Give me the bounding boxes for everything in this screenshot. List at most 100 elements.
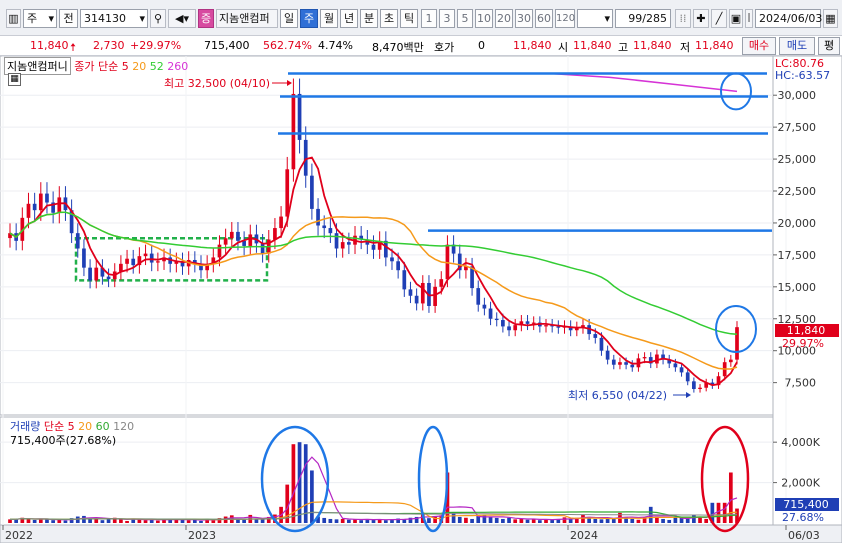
chevron-down-icon: ▾ bbox=[48, 12, 54, 25]
period-day[interactable]: 일 bbox=[280, 9, 298, 28]
interval-60[interactable]: 60 bbox=[535, 9, 553, 28]
grid-icon[interactable]: ⁞⁞ bbox=[675, 9, 691, 28]
period-tick[interactable]: 틱 bbox=[400, 9, 418, 28]
volume-bar bbox=[334, 519, 339, 523]
candle-body bbox=[433, 286, 437, 306]
volume-bar bbox=[692, 514, 696, 523]
candle-body bbox=[88, 267, 92, 281]
candle-body bbox=[544, 325, 548, 327]
volume-bar bbox=[537, 520, 542, 523]
candle-body bbox=[223, 238, 228, 245]
sound-icon[interactable]: ◀▾ bbox=[168, 9, 196, 28]
volume-bar bbox=[685, 518, 690, 523]
period-select[interactable]: 주 ▾ bbox=[23, 9, 57, 28]
open-price: 11,840 bbox=[573, 39, 612, 52]
draw-line-icon[interactable]: ╱ bbox=[711, 9, 727, 28]
volume-bar bbox=[51, 520, 55, 523]
candle-body bbox=[119, 263, 123, 272]
volume-bar bbox=[390, 519, 394, 523]
candle-body bbox=[525, 321, 530, 324]
buy-button[interactable]: 매수 bbox=[742, 37, 776, 55]
candle-body bbox=[414, 295, 419, 304]
cross-arrows-icon[interactable]: ✚ bbox=[693, 9, 709, 28]
table-icon[interactable]: ▦ bbox=[8, 73, 21, 86]
period-week[interactable]: 주 bbox=[300, 9, 318, 28]
volume-bar bbox=[119, 519, 123, 523]
volume-bar bbox=[143, 520, 148, 523]
candle-body bbox=[38, 193, 43, 211]
volume-bar bbox=[82, 515, 86, 523]
period-month[interactable]: 월 bbox=[320, 9, 338, 28]
candle-body bbox=[642, 357, 647, 359]
sell-button[interactable]: 매도 bbox=[779, 37, 815, 55]
volume-bar bbox=[568, 518, 573, 523]
volume-bar bbox=[303, 444, 308, 523]
ma-5-label: 5 bbox=[121, 60, 129, 73]
candle-body bbox=[32, 203, 37, 211]
time-tick-label: 2023 bbox=[188, 529, 216, 542]
stock-chart[interactable]: 30,000 27,500 25,000 22,500 20,000 17,500 15,0… bbox=[0, 56, 842, 543]
volume-bar bbox=[199, 520, 203, 523]
hoga-value: 0 bbox=[478, 39, 485, 52]
code-input-value: 314130 bbox=[84, 12, 126, 25]
candle-body bbox=[347, 242, 351, 245]
chart-type-icon[interactable]: ▥ bbox=[6, 9, 21, 28]
interval-1[interactable]: 1 bbox=[421, 9, 437, 28]
price-tick-label: 7,500 bbox=[785, 377, 817, 390]
price-tick-label: 30,000 bbox=[778, 89, 817, 102]
volume-bar bbox=[328, 518, 333, 523]
calendar-icon[interactable]: ▦ bbox=[823, 9, 838, 28]
date-field[interactable]: 2024/06/03 bbox=[755, 9, 822, 28]
volume-bar bbox=[698, 516, 702, 523]
interval-5[interactable]: 5 bbox=[457, 9, 473, 28]
save-icon[interactable]: ▣ bbox=[729, 9, 743, 28]
volume-bar bbox=[636, 519, 641, 523]
volume-bar bbox=[457, 516, 462, 523]
custom-interval-select[interactable]: ▾ bbox=[577, 9, 613, 28]
volume-bar bbox=[562, 517, 567, 523]
interval-3[interactable]: 3 bbox=[439, 9, 455, 28]
interval-10[interactable]: 10 bbox=[475, 9, 493, 28]
candle-body bbox=[624, 362, 628, 365]
volume-bar bbox=[507, 517, 511, 523]
interval-30[interactable]: 30 bbox=[515, 9, 533, 28]
candle-body bbox=[501, 320, 505, 327]
search-icon[interactable]: ⚲ bbox=[150, 9, 166, 28]
volume-bar bbox=[174, 519, 179, 523]
code-input[interactable]: 314130 ▾ bbox=[80, 9, 148, 28]
candle-body bbox=[334, 233, 339, 249]
eval-button[interactable]: 평 bbox=[818, 37, 840, 55]
volume-bar bbox=[156, 520, 160, 523]
volume-bar bbox=[347, 519, 351, 523]
main-toolbar: ▥ 주 ▾ 전 314130 ▾ ⚲ ◀▾ 증 지놈앤컴퍼 일 주 월 년 분 초 … bbox=[0, 0, 842, 36]
period-select-value: 주 bbox=[27, 12, 38, 25]
volume-bar bbox=[32, 519, 37, 523]
candle-body bbox=[420, 282, 425, 304]
ma-52-label: 52 bbox=[149, 60, 164, 73]
volume-bar bbox=[488, 516, 493, 523]
time-tick-label: 2024 bbox=[570, 529, 598, 542]
candle-body bbox=[131, 258, 136, 266]
price-tick-label: 22,500 bbox=[778, 185, 817, 198]
period-minute[interactable]: 분 bbox=[360, 9, 378, 28]
candle-body bbox=[217, 244, 222, 258]
period-year[interactable]: 년 bbox=[340, 9, 358, 28]
volume-bar bbox=[494, 517, 499, 523]
volume-bar bbox=[125, 520, 129, 523]
adjust-button[interactable]: 전 bbox=[59, 9, 78, 28]
time-tick-label: 06/03 bbox=[788, 529, 820, 542]
split-icon[interactable]: | bbox=[745, 9, 753, 28]
volume-bar bbox=[383, 520, 388, 523]
interval-120[interactable]: 120 bbox=[555, 9, 575, 28]
vma-120-label: 120 bbox=[113, 420, 135, 433]
interval-20[interactable]: 20 bbox=[495, 9, 513, 28]
time-tick-label: 2022 bbox=[5, 529, 33, 542]
ask-price: 11,840 bbox=[513, 39, 552, 52]
candle-body bbox=[156, 261, 160, 263]
volume-bar bbox=[45, 519, 49, 523]
candle-body bbox=[45, 193, 49, 203]
volume-bar bbox=[501, 518, 505, 523]
candle-body bbox=[371, 244, 376, 250]
quote-bar: 11,840 🠅 2,730 +29.97% 715,400 562.74% 4… bbox=[0, 36, 842, 56]
period-second[interactable]: 초 bbox=[380, 9, 398, 28]
